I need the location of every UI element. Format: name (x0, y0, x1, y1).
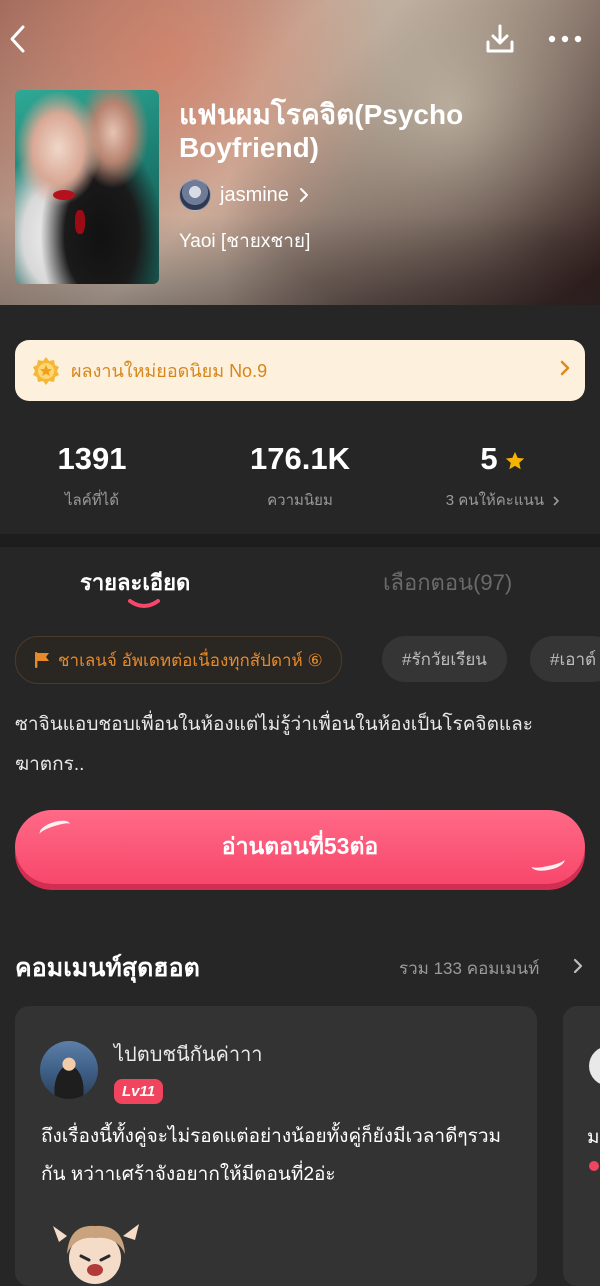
button-decoration (37, 817, 73, 841)
comment-text: ถึงเรื่องนี้ทั้งคู่จะไม่รอดแต่อย่างน้อยท… (41, 1126, 502, 1185)
download-button[interactable] (483, 22, 517, 56)
tag-challenge-label: ชาเลนจ์ อัพเดทต่อเนื่องทุกสัปดาห์ ⑥ (58, 650, 323, 670)
tab-details[interactable]: รายละเอียด (80, 565, 190, 600)
level-badge (589, 1161, 599, 1171)
synopsis-text: ซาจินแอบชอบเพื่อนในห้องแต่ไม่รู้ว่าเพื่อ… (15, 714, 534, 775)
popularity-value: 176.1K (250, 441, 350, 476)
more-dots-icon (548, 35, 582, 43)
back-button[interactable] (0, 22, 34, 56)
star-icon (505, 451, 524, 470)
medal-icon (33, 356, 59, 385)
ranking-text: ผลงานใหม่ยอดนิยม No.9 (71, 361, 268, 381)
commenter-name: ไปตบชนีกันค่าาา (114, 1044, 263, 1066)
continue-reading-button[interactable]: อ่านตอนที่53ต่อ (15, 810, 585, 884)
author-avatar (179, 179, 211, 211)
cover-art-detail (75, 210, 85, 234)
continue-reading-label: อ่านตอนที่53ต่อ (221, 833, 379, 859)
chevron-right-icon (553, 496, 560, 506)
comment-card[interactable]: ไปตบชนีกันค่าาา Lv11 ถึงเรื่องนี้ทั้งคู่… (15, 1006, 537, 1286)
tag-hashtag[interactable]: #เอาต์ (530, 636, 600, 682)
level-badge: Lv11 (114, 1079, 164, 1104)
chevron-right-icon (299, 188, 308, 202)
popularity-label: ความนิยม (267, 492, 333, 509)
comment-text: ม (587, 1127, 600, 1148)
likes-label: ไลค์ที่ได้ (65, 492, 119, 509)
rating-label: 3 คนให้คะแนน (445, 492, 545, 509)
cover-art-detail (53, 190, 75, 200)
sticker-image (53, 1224, 139, 1284)
novel-title: แฟนผมโรคจิต(Psycho Boyfriend) (179, 99, 464, 163)
book-cover-image[interactable] (15, 90, 159, 284)
commenter-avatar[interactable] (40, 1041, 98, 1099)
button-decoration (529, 852, 567, 874)
tag-challenge[interactable]: ชาเลนจ์ อัพเดทต่อเนื่องทุกสัปดาห์ ⑥ (15, 636, 342, 684)
popularity-stat: 176.1K ความนิยม (200, 440, 400, 512)
commenter-avatar (589, 1046, 600, 1086)
active-tab-indicator (128, 599, 160, 608)
comment-card[interactable]: ม (563, 1006, 600, 1286)
flag-icon (35, 652, 49, 668)
chevron-right-icon[interactable] (572, 957, 584, 975)
author-link[interactable]: jasmine (179, 179, 309, 211)
rating-stat[interactable]: 5 3 คนให้คะแนน (403, 440, 600, 512)
back-arrow-icon (10, 25, 25, 53)
likes-value: 1391 (57, 441, 127, 476)
comments-section-title: คอมเมนท์สุดฮอต (15, 954, 200, 982)
more-button[interactable] (548, 22, 582, 56)
rating-value: 5 (480, 441, 498, 476)
genre-label: Yaoi [ชายxชาย] (179, 231, 311, 252)
likes-stat: 1391 ไลค์ที่ได้ (0, 440, 192, 512)
tab-episodes[interactable]: เลือกตอน(97) (383, 565, 512, 600)
tag-hashtag[interactable]: #รักวัยเรียน (382, 636, 507, 682)
stats-row: 1391 ไลค์ที่ได้ 176.1K ความนิยม 5 3 คนให… (0, 440, 600, 520)
ranking-banner[interactable]: ผลงานใหม่ยอดนิยม No.9 (15, 340, 585, 401)
chevron-right-icon (560, 360, 570, 376)
download-icon (486, 24, 514, 53)
author-name: jasmine (220, 183, 289, 206)
comments-total-link[interactable]: รวม 133 คอมเมนท์ (399, 955, 539, 982)
section-divider (0, 534, 600, 547)
